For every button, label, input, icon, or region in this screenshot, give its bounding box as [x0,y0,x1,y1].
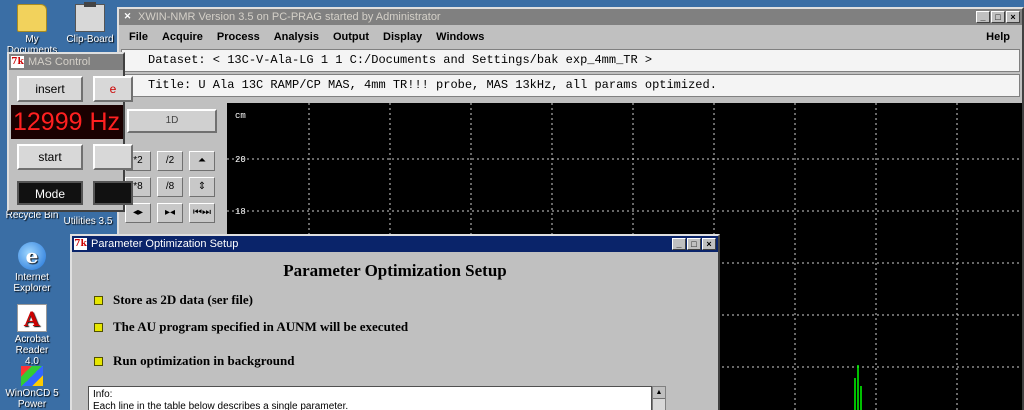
minimize-icon[interactable]: _ [976,11,990,23]
y-tick-label: 20 [235,155,246,165]
option-au-program[interactable]: The AU program specified in AUNM will be… [94,319,408,335]
mas-control-titlebar[interactable]: 7k MAS Control [9,54,123,70]
y-tick-label: 18 [235,207,246,217]
dialog-heading: Parameter Optimization Setup [283,261,507,280]
dialog-title: Parameter Optimization Setup [91,238,239,250]
option-label: The AU program specified in AUNM will be… [113,319,409,334]
y-axis-unit: cm [235,111,246,121]
desktop-icon-label: Clip-Board [66,34,114,45]
menu-output[interactable]: Output [333,31,369,43]
expand-horizontal-icon[interactable]: ◂▸ [125,203,151,223]
close-icon[interactable]: × [702,238,716,250]
mas-control-title: MAS Control [28,56,91,68]
insert-button[interactable]: insert [17,76,83,102]
checkbox-icon[interactable] [94,295,103,305]
desktop-icon-label: Utilities 3.5 [63,216,113,227]
xwin-title: XWIN-NMR Version 3.5 on PC-PRAG started … [138,11,441,23]
close-icon[interactable]: × [1006,11,1020,23]
clipboard-icon [75,2,105,32]
info-label: Info: [93,389,113,400]
maximize-icon[interactable]: □ [687,238,701,250]
1d-button[interactable]: 1D [127,109,217,133]
spectrum-peaks [854,365,862,410]
stop-button[interactable] [93,144,133,170]
tk-app-icon: 7k [74,238,87,250]
ie-icon: e [18,242,46,270]
scale-down-8-button[interactable]: /8 [157,177,183,197]
desktop-icon-clip-board[interactable]: Clip-Board [58,2,122,45]
menu-bar: File Acquire Process Analysis Output Dis… [119,25,1022,49]
desktop-icon-label: WinOnCD 5 Power Edition [5,388,59,410]
full-range-icon[interactable]: ⏮⏭ [189,203,215,223]
start-button[interactable]: start [17,144,83,170]
mas-control-window: 7k MAS Control insert e 12999 Hz start M… [7,52,133,212]
acrobat-icon [17,304,47,332]
info-scrollbar[interactable]: ▲ [652,386,666,410]
compress-horizontal-icon[interactable]: ▸◂ [157,203,183,223]
tk-app-icon: 7k [11,56,24,68]
info-text: Each line in the table below describes a… [93,401,349,410]
up-down-icon[interactable]: ⇕ [189,177,215,197]
mode-button[interactable]: Mode [17,181,83,205]
xwin-titlebar[interactable]: ✕ XWIN-NMR Version 3.5 on PC-PRAG starte… [119,9,1022,25]
desktop-icon-internet-explorer[interactable]: e Internet Explorer [0,242,64,294]
menu-windows[interactable]: Windows [436,31,484,43]
option-label: Run optimization in background [113,353,295,368]
menu-acquire[interactable]: Acquire [162,31,203,43]
spin-rate-display: 12999 Hz [11,105,123,139]
parameter-optimization-dialog: 7k Parameter Optimization Setup _ □ × Pa… [70,234,720,410]
info-box: Info: Each line in the table below descr… [88,386,652,410]
checkbox-icon[interactable] [94,356,103,366]
desktop-icon-label: Internet Explorer [13,272,51,294]
option-label: Store as 2D data (ser file) [113,292,253,307]
menu-process[interactable]: Process [217,31,260,43]
desktop-icon-acrobat-reader[interactable]: Acrobat Reader 4.0 [0,304,64,367]
menu-file[interactable]: File [129,31,148,43]
winoncd-icon [21,366,43,386]
x-app-icon: ✕ [121,11,134,23]
folder-icon [17,4,47,32]
desktop-icon-my-documents[interactable]: My Documents [0,4,64,56]
option-background[interactable]: Run optimization in background [94,353,294,369]
scale-down-2-button[interactable]: /2 [157,151,183,171]
eject-button[interactable]: e [93,76,133,102]
option-store-2d[interactable]: Store as 2D data (ser file) [94,292,253,308]
mode-secondary-button[interactable] [93,181,133,205]
desktop-icon-label: Acrobat Reader 4.0 [14,334,50,367]
dialog-titlebar[interactable]: 7k Parameter Optimization Setup _ □ × [72,236,718,252]
shift-top-icon[interactable]: ⏶ [189,151,215,171]
desktop-icon-winoncd[interactable]: WinOnCD 5 Power Edition [0,366,64,410]
maximize-icon[interactable]: □ [991,11,1005,23]
title-line: Title: U Ala 13C RAMP/CP MAS, 4mm TR!!! … [121,74,1020,97]
dataset-line: Dataset: < 13C-V-Ala-LG 1 1 C:/Documents… [121,49,1020,72]
menu-display[interactable]: Display [383,31,422,43]
desktop-icon-utilities[interactable]: Utilities 3.5 [56,216,120,227]
minimize-icon[interactable]: _ [672,238,686,250]
menu-analysis[interactable]: Analysis [274,31,319,43]
menu-help[interactable]: Help [986,31,1010,43]
checkbox-icon[interactable] [94,322,103,332]
scroll-up-icon[interactable]: ▲ [653,387,665,399]
